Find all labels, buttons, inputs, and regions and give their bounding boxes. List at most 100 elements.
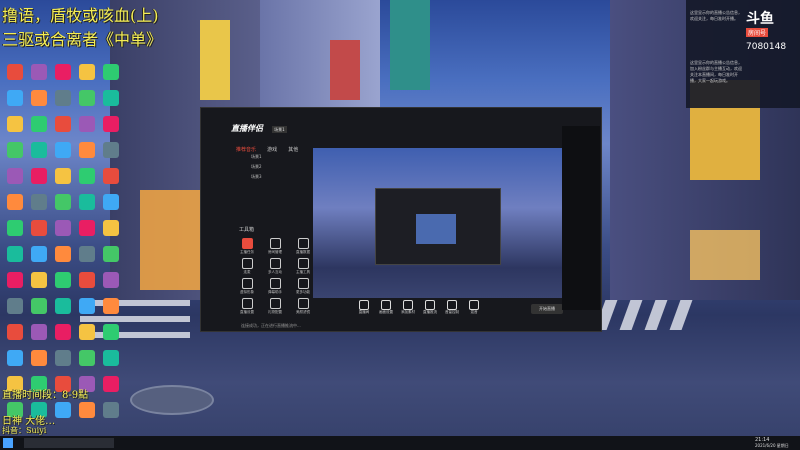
desktop-icon[interactable] [76, 350, 98, 366]
tool-button[interactable]: 多人互动 [267, 258, 283, 275]
desktop-icon[interactable] [52, 246, 74, 262]
scene-row[interactable]: 场景3 [251, 174, 311, 180]
desktop-icon[interactable] [100, 142, 122, 158]
desktop-icon[interactable] [28, 168, 50, 184]
desktop-icon[interactable] [76, 402, 98, 418]
tool-button[interactable]: 美颜滤镜 [295, 298, 311, 315]
desktop-icon[interactable] [28, 324, 50, 340]
desktop-icon[interactable] [100, 298, 122, 314]
scene-row[interactable]: 场景1 [251, 154, 311, 160]
desktop-icon[interactable] [28, 116, 50, 132]
desktop-icon[interactable] [4, 90, 26, 106]
desktop-icon[interactable] [52, 194, 74, 210]
desktop-icon[interactable] [52, 168, 74, 184]
desktop-icon[interactable] [76, 272, 98, 288]
desktop-icon[interactable] [4, 168, 26, 184]
desktop-icon[interactable] [28, 220, 50, 236]
app-icon [79, 246, 95, 262]
desktop-icon[interactable] [76, 64, 98, 80]
desktop-icon[interactable] [4, 194, 26, 210]
desktop-icon[interactable] [52, 90, 74, 106]
desktop-icon[interactable] [100, 402, 122, 418]
desktop-icon[interactable] [4, 246, 26, 262]
desktop-icon[interactable] [100, 350, 122, 366]
desktop-icon[interactable] [100, 90, 122, 106]
tool-button[interactable]: 主播工具 [295, 258, 311, 275]
app-icon [103, 116, 119, 132]
taskbar-search[interactable] [24, 438, 114, 448]
start-live-button[interactable]: 开始直播 [531, 304, 563, 314]
bottom-toolbar-button[interactable]: 音量控制 [441, 300, 463, 315]
desktop-icon[interactable] [4, 64, 26, 80]
desktop-icon[interactable] [28, 142, 50, 158]
scene-row[interactable]: 场景2 [251, 164, 311, 170]
desktop-icon[interactable] [28, 194, 50, 210]
desktop-icon[interactable] [52, 402, 74, 418]
desktop-icon[interactable] [100, 220, 122, 236]
tool-button[interactable]: 礼物配置 [267, 298, 283, 315]
desktop-icon[interactable] [52, 298, 74, 314]
desktop-icon[interactable] [100, 194, 122, 210]
taskbar-clock[interactable]: 21:14 2021/6/20 星期日 [755, 437, 789, 449]
desktop-icon[interactable] [28, 272, 50, 288]
desktop-icon[interactable] [76, 324, 98, 340]
app-icon [55, 90, 71, 106]
desktop-icon[interactable] [100, 324, 122, 340]
desktop-icon[interactable] [76, 168, 98, 184]
left-tab[interactable]: 其他 [288, 147, 298, 153]
desktop-icon[interactable] [28, 90, 50, 106]
tool-button[interactable]: 直播设置 [239, 298, 255, 315]
tool-button[interactable]: 更多功能 [295, 278, 311, 295]
desktop-icon[interactable] [76, 142, 98, 158]
scene-dropdown[interactable]: 场景1 [272, 126, 287, 133]
desktop-icon[interactable] [52, 272, 74, 288]
desktop-icon[interactable] [28, 64, 50, 80]
bottom-toolbar-button[interactable]: 混音 [463, 300, 485, 315]
start-button[interactable] [3, 438, 13, 448]
tool-button[interactable]: 房间管理 [267, 238, 283, 255]
desktop-icon[interactable] [4, 220, 26, 236]
desktop-icon[interactable] [28, 350, 50, 366]
desktop-icon[interactable] [4, 324, 26, 340]
desktop-icon[interactable] [76, 298, 98, 314]
desktop-icon[interactable] [52, 220, 74, 236]
desktop-icon[interactable] [52, 350, 74, 366]
bottom-toolbar-button[interactable]: 直播间 [353, 300, 375, 315]
tool-button[interactable]: 直播数据 [295, 238, 311, 255]
tool-icon [241, 258, 253, 269]
desktop-icon[interactable] [4, 272, 26, 288]
bottom-toolbar-button[interactable]: 直播推流 [419, 300, 441, 315]
desktop-icon[interactable] [76, 194, 98, 210]
bottom-toolbar-button[interactable]: 添加素材 [397, 300, 419, 315]
desktop-icon[interactable] [52, 116, 74, 132]
desktop-icon[interactable] [52, 64, 74, 80]
desktop-icon[interactable] [52, 324, 74, 340]
desktop-icon[interactable] [100, 116, 122, 132]
desktop-icon[interactable] [100, 168, 122, 184]
tool-button[interactable]: 连麦 [239, 258, 255, 275]
desktop-icon[interactable] [4, 116, 26, 132]
left-tab[interactable]: 推荐音乐 [236, 147, 256, 153]
tool-button[interactable]: 虚拟形象 [239, 278, 255, 295]
desktop-icon[interactable] [4, 142, 26, 158]
desktop-icon[interactable] [100, 272, 122, 288]
desktop-icon[interactable] [76, 90, 98, 106]
tool-button[interactable]: 主播任务 [239, 238, 255, 255]
left-tab[interactable]: 游戏 [267, 147, 277, 153]
bottom-toolbar-button[interactable]: 画面设置 [375, 300, 397, 315]
tool-icon [241, 238, 253, 249]
desktop-icon[interactable] [4, 298, 26, 314]
app-icon [7, 324, 23, 340]
desktop-icon[interactable] [4, 350, 26, 366]
desktop-icon[interactable] [52, 142, 74, 158]
tool-button[interactable]: 弹幕助手 [267, 278, 283, 295]
desktop-icon[interactable] [76, 116, 98, 132]
desktop-icon[interactable] [100, 376, 122, 392]
desktop-icon[interactable] [28, 298, 50, 314]
desktop-icon[interactable] [100, 64, 122, 80]
desktop-icon[interactable] [76, 220, 98, 236]
desktop-icon[interactable] [100, 246, 122, 262]
desktop-icon[interactable] [76, 246, 98, 262]
desktop-icon[interactable] [28, 246, 50, 262]
streaming-app-window[interactable]: 直播伴侣 场景1 推荐音乐 游戏 其他 场景1 场景2 场景3 工具箱 连接成功… [200, 107, 602, 332]
